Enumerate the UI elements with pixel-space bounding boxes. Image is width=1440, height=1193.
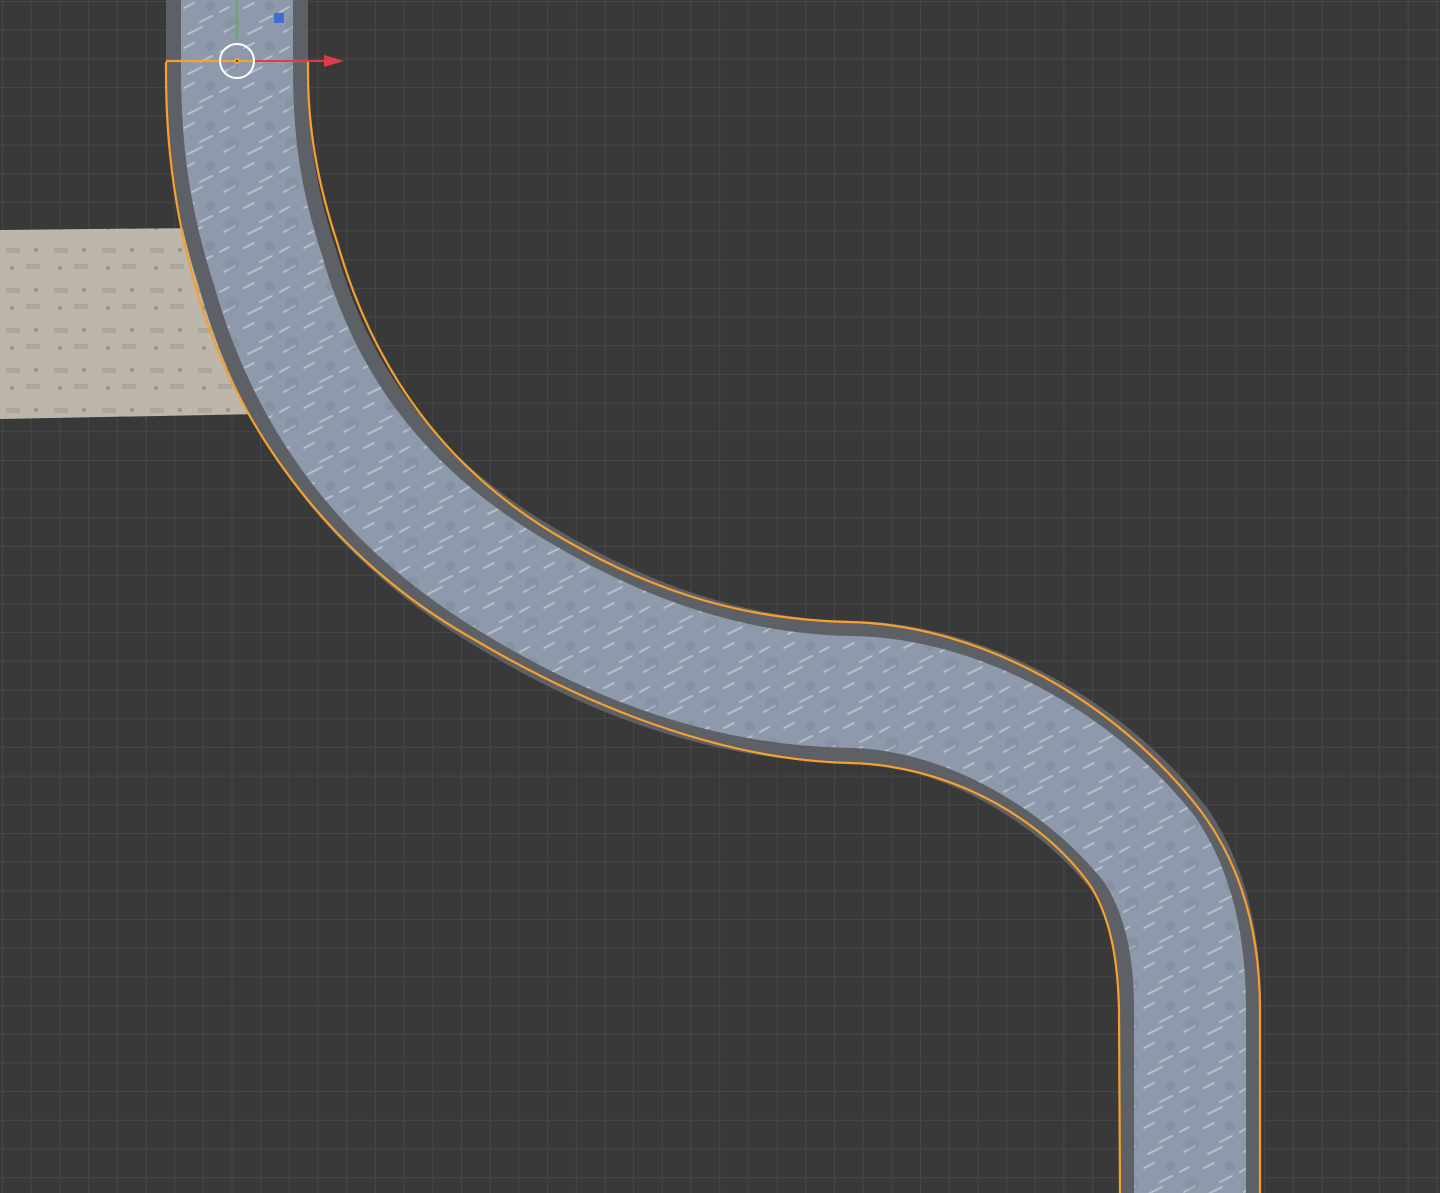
z-axis-handle[interactable] <box>274 13 284 23</box>
river-water[interactable] <box>181 0 1246 1193</box>
viewport-3d[interactable]: 3D Viewport Top Orthographic <box>0 0 1440 1193</box>
scene-canvas[interactable] <box>0 0 1440 1193</box>
x-axis-arrow[interactable] <box>324 55 344 67</box>
river-bank[interactable] <box>166 0 1261 1193</box>
